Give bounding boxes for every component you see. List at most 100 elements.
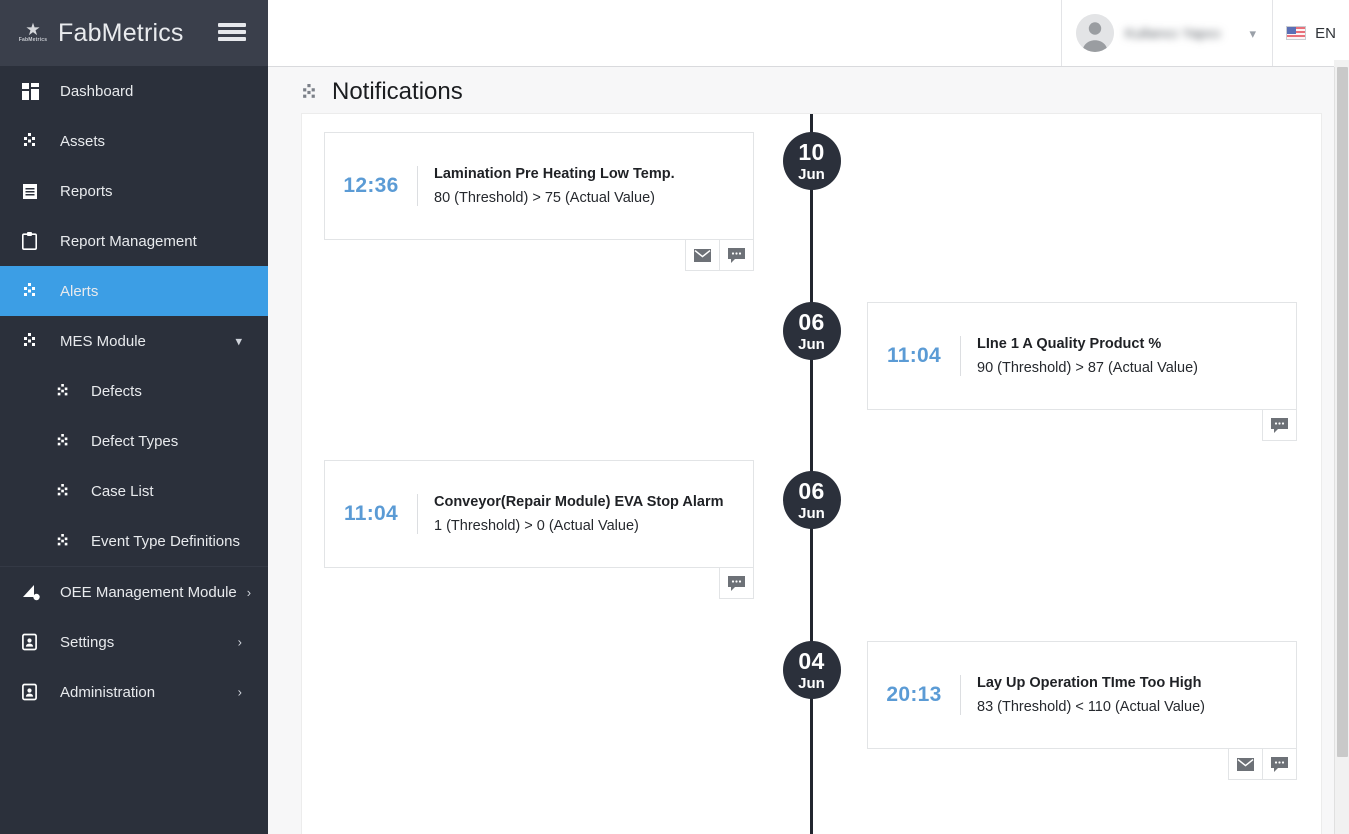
sidebar-item-label: Report Management — [60, 232, 197, 250]
notification-card[interactable]: 20:13 Lay Up Operation TIme Too High 83 … — [867, 641, 1297, 749]
comment-icon[interactable] — [1262, 748, 1297, 780]
notification-card[interactable]: 11:04 Conveyor(Repair Module) EVA Stop A… — [324, 460, 754, 568]
timeline-date-marker: 06 Jun — [782, 471, 841, 529]
sidebar-item-assets[interactable]: Assets — [0, 116, 268, 166]
comment-icon[interactable] — [1262, 409, 1297, 441]
timeline-month: Jun — [798, 674, 825, 692]
notification-card-wrapper: 11:04 Conveyor(Repair Module) EVA Stop A… — [324, 460, 754, 599]
mail-icon[interactable] — [1228, 748, 1263, 780]
sidebar-subitem-label: Defect Types — [91, 432, 179, 450]
timeline-month: Jun — [798, 504, 825, 522]
notification-actions — [324, 567, 754, 599]
notification-card[interactable]: 11:04 LIne 1 A Quality Product % 90 (Thr… — [867, 302, 1297, 410]
case-list-icon — [56, 484, 82, 498]
timeline-month: Jun — [798, 335, 825, 353]
timeline-date-marker: 04 Jun — [782, 641, 841, 699]
notification-title: Conveyor(Repair Module) EVA Stop Alarm — [434, 494, 724, 510]
administration-icon — [22, 683, 50, 701]
sidebar-item-label: Administration — [60, 683, 156, 701]
alerts-icon — [22, 283, 50, 299]
notification-card[interactable]: 12:36 Lamination Pre Heating Low Temp. 8… — [324, 132, 754, 240]
notification-time: 11:04 — [886, 344, 942, 367]
notifications-panel: 10 Jun 12:36 Lamination Pre Heating Low … — [301, 113, 1322, 834]
sidebar-item-label: Assets — [60, 132, 106, 150]
notification-title: LIne 1 A Quality Product % — [977, 336, 1162, 352]
notification-actions — [867, 748, 1297, 780]
sidebar-item-label: OEE Management Module — [60, 583, 237, 601]
notification-title: Lamination Pre Heating Low Temp. — [434, 166, 675, 182]
chevron-right-icon: › — [246, 584, 252, 600]
user-name-label: Kullanıcı Yapıcı — [1125, 25, 1221, 41]
comment-icon[interactable] — [719, 567, 754, 599]
notification-body: Lamination Pre Heating Low Temp. 80 (Thr… — [417, 166, 753, 206]
timeline-date-marker: 06 Jun — [782, 302, 841, 360]
vertical-scrollbar[interactable] — [1334, 67, 1349, 834]
language-selector[interactable]: EN — [1273, 0, 1349, 66]
notifications-icon — [301, 83, 318, 101]
notification-body: LIne 1 A Quality Product % 90 (Threshold… — [960, 336, 1296, 376]
hamburger-menu-icon[interactable] — [218, 20, 246, 44]
notification-time: 12:36 — [343, 174, 399, 197]
notifications-timeline: 10 Jun 12:36 Lamination Pre Heating Low … — [302, 114, 1321, 834]
sidebar-item-reports[interactable]: Reports — [0, 166, 268, 216]
sidebar-item-report-management[interactable]: Report Management — [0, 216, 268, 266]
notification-card-wrapper: 11:04 LIne 1 A Quality Product % 90 (Thr… — [867, 302, 1297, 441]
timeline-month: Jun — [798, 165, 825, 183]
sidebar-item-event-type-definitions[interactable]: Event Type Definitions — [0, 516, 268, 566]
topbar: Kullanıcı Yapıcı ▾ EN — [268, 0, 1349, 67]
notification-detail: 80 (Threshold) > 75 (Actual Value) — [434, 190, 655, 206]
settings-icon — [22, 633, 50, 651]
clipboard-icon — [22, 232, 50, 250]
sidebar-nav: Dashboard Assets Reports Report Manageme… — [0, 66, 268, 717]
notification-time: 20:13 — [886, 683, 942, 706]
defect-types-icon — [56, 434, 82, 448]
notification-title: Lay Up Operation TIme Too High — [977, 675, 1202, 691]
sidebar: ★ FabMetrics FabMetrics Dashboard Assets… — [0, 0, 268, 834]
notification-body: Lay Up Operation TIme Too High 83 (Thres… — [960, 675, 1296, 715]
mes-module-icon — [22, 333, 50, 349]
sidebar-subitem-label: Event Type Definitions — [91, 532, 240, 550]
scrollbar-thumb[interactable] — [1337, 67, 1348, 757]
timeline-date-marker: 10 Jun — [782, 132, 841, 190]
page-title: Notifications — [332, 78, 463, 105]
chevron-right-icon: › — [237, 634, 242, 650]
sidebar-item-label: Settings — [60, 633, 115, 651]
sidebar-item-alerts[interactable]: Alerts — [0, 266, 268, 316]
sidebar-item-oee-management-module[interactable]: OEE Management Module › — [0, 567, 268, 617]
mail-icon[interactable] — [685, 239, 720, 271]
sidebar-item-dashboard[interactable]: Dashboard — [0, 66, 268, 116]
sidebar-item-defects[interactable]: Defects — [0, 366, 268, 416]
timeline-day: 04 — [798, 647, 825, 674]
assets-icon — [22, 133, 50, 149]
notification-actions — [324, 239, 754, 271]
notification-detail: 90 (Threshold) > 87 (Actual Value) — [977, 360, 1198, 376]
reports-icon — [22, 183, 50, 200]
oee-icon — [22, 584, 50, 601]
brand-title: FabMetrics — [58, 18, 184, 47]
timeline-day: 10 — [798, 138, 825, 165]
chevron-down-icon: ▾ — [235, 333, 242, 349]
notification-detail: 83 (Threshold) < 110 (Actual Value) — [977, 699, 1205, 715]
sidebar-item-mes-module[interactable]: MES Module ▾ — [0, 316, 268, 366]
user-avatar-icon — [1076, 14, 1114, 52]
sidebar-item-label: MES Module — [60, 332, 146, 350]
fabmetrics-logo-icon: ★ FabMetrics — [18, 20, 48, 43]
chevron-right-icon: › — [237, 684, 242, 700]
chevron-down-icon[interactable]: ▾ — [1249, 26, 1256, 42]
user-menu[interactable]: Kullanıcı Yapıcı ▾ — [1061, 0, 1273, 66]
sidebar-item-label: Reports — [60, 182, 113, 200]
sidebar-item-case-list[interactable]: Case List — [0, 466, 268, 516]
sidebar-subitem-label: Defects — [91, 382, 142, 400]
app-root: ★ FabMetrics FabMetrics Dashboard Assets… — [0, 0, 1349, 834]
sidebar-item-settings[interactable]: Settings › — [0, 617, 268, 667]
comment-icon[interactable] — [719, 239, 754, 271]
notification-card-wrapper: 20:13 Lay Up Operation TIme Too High 83 … — [867, 641, 1297, 780]
sidebar-submenu-mes: Defects Defect Types Case List Event Typ… — [0, 366, 268, 566]
notification-actions — [867, 409, 1297, 441]
notification-card-wrapper: 12:36 Lamination Pre Heating Low Temp. 8… — [324, 132, 754, 271]
sidebar-item-label: Dashboard — [60, 82, 134, 100]
sidebar-item-defect-types[interactable]: Defect Types — [0, 416, 268, 466]
sidebar-subitem-label: Case List — [91, 482, 154, 500]
sidebar-item-administration[interactable]: Administration › — [0, 667, 268, 717]
event-type-definitions-icon — [56, 534, 82, 548]
